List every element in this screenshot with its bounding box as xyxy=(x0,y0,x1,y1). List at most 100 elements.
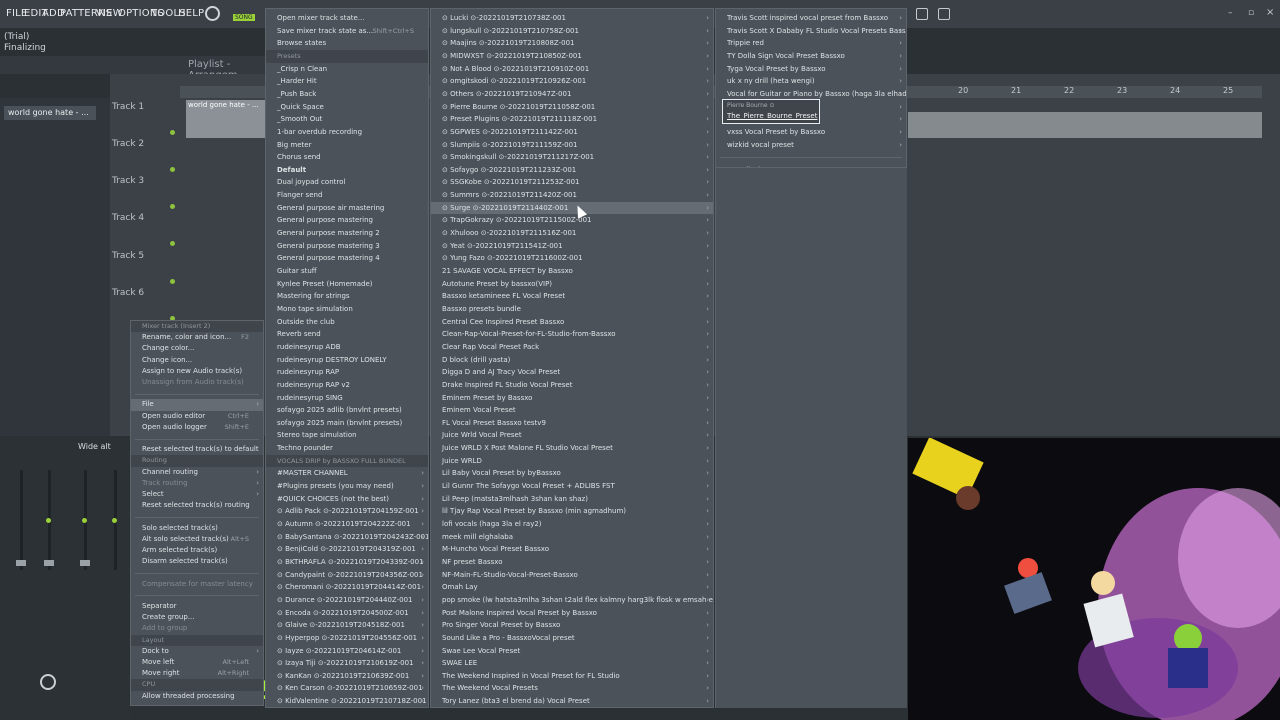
menu-item[interactable]: Sound Like a Pro - BassxoVocal preset › xyxy=(431,632,713,645)
menu-item[interactable]: Post Malone Inspired Vocal Preset by Bas… xyxy=(431,607,713,620)
menu-item[interactable]: rudeinesyrup SING xyxy=(266,392,428,405)
menu-item[interactable]: 21 SAVAGE VOCAL EFFECT by Bassxo › xyxy=(431,265,713,278)
menu-item[interactable]: General purpose mastering 3 xyxy=(266,240,428,253)
menu-item[interactable]: ⊙ Sofaygo ⊙-20221019T211233Z-001 › xyxy=(431,164,713,177)
audio-waveform[interactable] xyxy=(908,112,1262,138)
menu-item[interactable]: ⊙ KanKan ⊙-20221019T210639Z-001 › xyxy=(266,670,428,683)
menu-item[interactable]: rudeinesyrup RAP xyxy=(266,366,428,379)
menu-item[interactable]: Autotune Preset by bassxo(VIP) › xyxy=(431,278,713,291)
menu-item[interactable]: General purpose mastering 2 xyxy=(266,227,428,240)
menu-item[interactable]: ⊙ Adlib Pack ⊙-20221019T204159Z-001 › xyxy=(266,505,428,518)
menu-item[interactable]: vxss Vocal Preset by Bassxo › xyxy=(716,126,906,139)
menu-item[interactable]: Reset selected track(s) routing xyxy=(131,500,263,511)
menu-item[interactable]: Travis Scott X Dababy FL Studio Vocal Pr… xyxy=(716,25,906,38)
fader-knob[interactable] xyxy=(80,560,90,566)
menu-item[interactable]: D block (drill yasta) › xyxy=(431,354,713,367)
menu-item[interactable]: 1-bar overdub recording xyxy=(266,126,428,139)
menu-item[interactable]: wizkid vocal preset › xyxy=(716,139,906,152)
menu-item[interactable]: Mastering for strings xyxy=(266,290,428,303)
menu-item[interactable]: FL Vocal Preset Bassxo testv9 › xyxy=(431,417,713,430)
menu-item[interactable]: sofaygo 2025 main (bnvlnt presets) xyxy=(266,417,428,430)
menu-item[interactable]: ⊙ Xhulooo ⊙-20221019T211516Z-001 › xyxy=(431,227,713,240)
mixer-led[interactable] xyxy=(82,518,87,523)
menu-item[interactable]: Assign to new Audio track(s) xyxy=(131,366,263,377)
track-enable-led[interactable] xyxy=(170,241,175,246)
menu-item[interactable]: ⊙ Autumn ⊙-20221019T204222Z-001 › xyxy=(266,518,428,531)
menu-item[interactable]: ⊙ BabySantana ⊙-20221019T204243Z-001 › xyxy=(266,531,428,544)
menu-item[interactable]: Clear Rap Vocal Preset Pack › xyxy=(431,341,713,354)
menu-item[interactable]: TY Dolla Sign Vocal Preset Bassxo › xyxy=(716,50,906,63)
menu-item[interactable]: Lil Peep (matsta3mlhash 3shan kan shaz) › xyxy=(431,493,713,506)
menu-item[interactable]: Default xyxy=(266,164,428,177)
minimize-icon[interactable]: – xyxy=(1228,8,1233,18)
menu-item[interactable]: Digga D and AJ Tracy Vocal Preset › xyxy=(431,366,713,379)
menu-item[interactable]: Juice WRLD X Post Malone FL Studio Vocal… xyxy=(431,442,713,455)
menu-item[interactable]: ⊙ Hyperpop ⊙-20221019T204556Z-001 › xyxy=(266,632,428,645)
menu-item[interactable]: _Harder Hit xyxy=(266,75,428,88)
menu-item[interactable]: Flanger send xyxy=(266,189,428,202)
menu-item[interactable]: Dock to › xyxy=(131,646,263,657)
menu-item[interactable]: Stereo tape simulation xyxy=(266,429,428,442)
menu-item[interactable]: ⊙ Ken Carson ⊙-20221019T210659Z-001 › xyxy=(266,682,428,695)
track-label[interactable]: Track 6 xyxy=(112,288,144,298)
menu-item[interactable]: ⊙ Lucki ⊙-20221019T210738Z-001 › xyxy=(431,12,713,25)
menu-item[interactable]: rudeinesyrup RAP v2 xyxy=(266,379,428,392)
menu-item[interactable]: Select › xyxy=(131,489,263,500)
menu-item[interactable]: ⊙ Smokingskull ⊙-20221019T211217Z-001 › xyxy=(431,151,713,164)
record-icon[interactable] xyxy=(205,6,220,21)
menu-item[interactable]: General purpose mastering xyxy=(266,214,428,227)
menu-item[interactable]: ⊙ omgitskodi ⊙-20221019T210926Z-001 › xyxy=(431,75,713,88)
menu-item[interactable]: Browse states xyxy=(266,37,428,50)
menu-item[interactable]: Trippie red › xyxy=(716,37,906,50)
menu-item[interactable]: Open mixer track state... xyxy=(266,12,428,25)
menu-item[interactable]: #Plugins presets (you may need) › xyxy=(266,480,428,493)
menu-item[interactable]: lil Tjay Rap Vocal Preset by Bassxo (min… xyxy=(431,505,713,518)
chat-icon[interactable] xyxy=(916,8,928,20)
track-enable-led[interactable] xyxy=(170,279,175,284)
menu-item[interactable]: Mono tape simulation xyxy=(266,303,428,316)
menu-item[interactable]: Travis Scott inspired vocal preset from … xyxy=(716,12,906,25)
menu-item[interactable]: Solo selected track(s) xyxy=(131,523,263,534)
pan-knob[interactable] xyxy=(40,674,56,690)
menu-item[interactable]: ⊙ Summrs ⊙-20221019T211420Z-001 › xyxy=(431,189,713,202)
download-icon[interactable] xyxy=(938,8,950,20)
menu-item[interactable]: Open audio editor Ctrl+E xyxy=(131,411,263,422)
menu-item[interactable]: #QUICK CHOICES (not the best) › xyxy=(266,493,428,506)
menu-item[interactable]: pop smoke (lw hatsta3mlha 3shan t2ald fl… xyxy=(431,594,713,607)
menu-item[interactable]: uk x ny drill (heta wengi) › xyxy=(716,75,906,88)
menu-item[interactable]: File › xyxy=(131,399,263,411)
menu-item[interactable]: Pro Singer Vocal Preset by Bassxo › xyxy=(431,619,713,632)
menu-item[interactable]: ⊙ TrapGokrazy ⊙-20221019T211500Z-001 › xyxy=(431,214,713,227)
popup-preset-name[interactable]: The_Pierre_Bourne_Preset xyxy=(727,112,817,120)
menu-item[interactable]: #MASTER CHANNEL › xyxy=(266,467,428,480)
menu-item[interactable]: ⊙ SSGKobe ⊙-20221019T211253Z-001 › xyxy=(431,176,713,189)
menu-item[interactable]: Lil Baby Vocal Preset by byBassxo › xyxy=(431,467,713,480)
mixer-led[interactable] xyxy=(112,518,117,523)
menu-item[interactable]: Swae Lee Vocal Preset › xyxy=(431,645,713,658)
menu-item[interactable]: ⊙ lungskull ⊙-20221019T210758Z-001 › xyxy=(431,25,713,38)
menu-item[interactable]: General purpose air mastering xyxy=(266,202,428,215)
menu-item[interactable]: Guitar stuff xyxy=(266,265,428,278)
menu-item[interactable]: NF preset Bassxo › xyxy=(431,556,713,569)
maximize-icon[interactable]: ▫ xyxy=(1248,8,1254,18)
menu-item[interactable]: The Weekend Vocal Presets › xyxy=(431,682,713,695)
browser-item[interactable]: world gone hate - ... xyxy=(4,106,96,120)
menu-item[interactable]: Change icon... xyxy=(131,355,263,366)
menu-item[interactable]: Omah Lay › xyxy=(431,581,713,594)
menu-item[interactable]: ⊙ Encoda ⊙-20221019T204500Z-001 › xyxy=(266,607,428,620)
menu-item[interactable]: _Crisp n Clean xyxy=(266,63,428,76)
menu-item[interactable]: ⊙ BKTHRAFLA ⊙-20221019T204339Z-001 › xyxy=(266,556,428,569)
track-label[interactable]: Track 3 xyxy=(112,176,144,186)
mixer-fader[interactable] xyxy=(20,470,23,570)
menu-item[interactable]: Arm selected track(s) xyxy=(131,545,263,556)
menu-item[interactable]: ⊙ Others ⊙-20221019T210947Z-001 › xyxy=(431,88,713,101)
menu-item[interactable]: Chorus send xyxy=(266,151,428,164)
menu-item[interactable]: Change color... xyxy=(131,343,263,354)
menu-item[interactable]: Tyga Vocal Preset by Bassxo › xyxy=(716,63,906,76)
track-enable-led[interactable] xyxy=(170,167,175,172)
menu-item[interactable]: ⊙ Yung Fazo ⊙-20221019T211600Z-001 › xyxy=(431,252,713,265)
menu-item[interactable]: ⊙ Izaya Tiji ⊙-20221019T210619Z-001 › xyxy=(266,657,428,670)
fader-knob[interactable] xyxy=(16,560,26,566)
menu-item[interactable]: rudeinesyrup DESTROY LONELY xyxy=(266,354,428,367)
track-label[interactable]: Track 5 xyxy=(112,251,144,261)
